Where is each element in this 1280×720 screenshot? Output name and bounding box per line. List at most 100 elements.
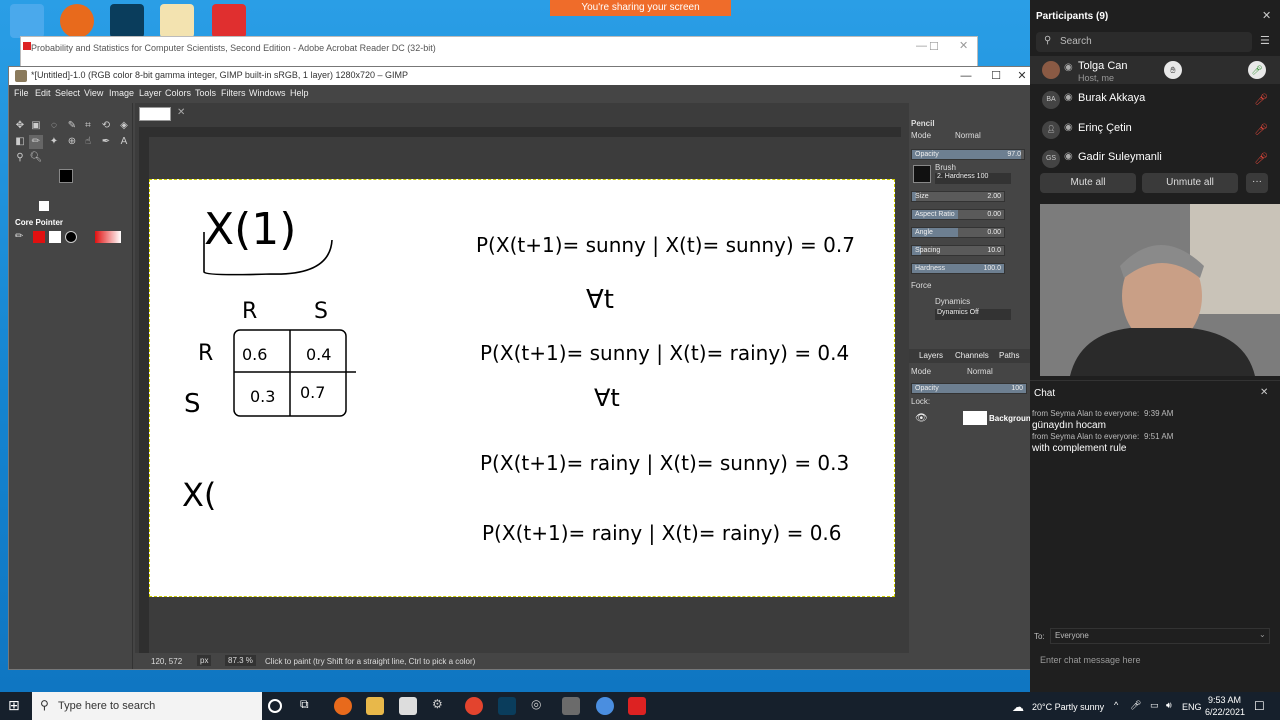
task-view-icon[interactable]: ⧉ [300,697,318,715]
pencil-tool-icon[interactable]: ✏ [29,135,43,149]
cortana-icon[interactable] [268,699,282,713]
size-slider[interactable]: Size 2.00 [911,191,1005,202]
unit-select[interactable]: px [197,655,212,666]
raise-hand-icon[interactable]: ✋︎ [1164,61,1182,79]
opacity-slider[interactable]: Opacity 97.0 [911,149,1025,160]
image-thumb-icon[interactable] [39,201,49,211]
clock-date[interactable]: 6/22/2021 [1205,707,1245,717]
maximize-icon[interactable]: ☐ [929,40,939,53]
menu-help[interactable]: Help [290,88,309,98]
layer-name[interactable]: Backgroun [989,414,1031,423]
layer-thumbnail[interactable] [963,411,987,425]
eye-icon[interactable]: 👁︎ [915,413,928,424]
path-tool-icon[interactable]: ✒ [99,135,113,149]
recipient-select[interactable]: Everyone ⌄ [1050,628,1270,644]
brush-select[interactable]: 2. Hardness 100 [935,173,1011,184]
brush-swatch[interactable] [65,231,77,243]
volume-icon[interactable]: 🔊︎ [1166,700,1172,711]
bucket-fill-icon[interactable]: ◧ [13,135,27,149]
horizontal-ruler[interactable] [139,127,901,137]
minimize-icon[interactable]: — [916,40,927,52]
chrome-icon[interactable] [465,697,483,715]
tray-chevron-icon[interactable]: ^ [1114,700,1118,710]
zoom-tool-icon[interactable]: 🔍︎ [29,151,43,165]
menu-layer[interactable]: Layer [139,88,162,98]
crop-tool-icon[interactable]: ⌗ [81,119,95,133]
clone-tool-icon[interactable]: ⊕ [65,135,79,149]
settings-icon[interactable]: ⚙ [432,697,450,715]
mute-all-button[interactable]: Mute all [1040,173,1136,193]
fuzzy-select-icon[interactable]: ✎ [65,119,79,133]
menu-view[interactable]: View [84,88,103,98]
weather-text[interactable]: 20°C Partly sunny [1032,702,1104,712]
text-tool-icon[interactable]: A [117,135,131,149]
clock-time[interactable]: 9:53 AM [1208,695,1241,705]
participant-row[interactable]: 👤︎ ◉ Erinç Çetin 🎤︎ [1030,116,1280,144]
brush-preview[interactable] [913,165,931,183]
more-button[interactable]: ··· [1246,173,1268,193]
gimp-taskbar-icon[interactable] [562,697,580,715]
participants-search[interactable]: ⚲ Search [1036,32,1252,52]
align-tool-icon[interactable]: ▣ [29,119,43,133]
angle-slider[interactable]: Angle 0.00 [911,227,1005,238]
firefox-icon[interactable] [334,697,352,715]
tab-channels[interactable]: Channels [955,351,989,360]
mic-icon[interactable]: 🎤︎ [1130,700,1141,711]
store-icon[interactable] [399,697,417,715]
tab-layers[interactable]: Layers [919,351,943,360]
close-icon[interactable]: ✕ [1260,387,1268,398]
folder-icon[interactable] [160,4,194,38]
mode-select[interactable]: Normal [955,131,995,143]
dynamics-select[interactable]: Dynamics Off [935,309,1011,320]
smudge-tool-icon[interactable]: ☝ [81,135,95,149]
taskbar-search[interactable]: ⚲ Type here to search [32,692,262,720]
menu-tools[interactable]: Tools [195,88,216,98]
chat-input[interactable]: Enter chat message here [1040,655,1141,665]
firefox-icon[interactable] [60,4,94,38]
sharing-banner[interactable]: You're sharing your screen [550,0,731,16]
menu-image[interactable]: Image [109,88,134,98]
mic-muted-icon[interactable]: 🎤︎ [1254,152,1268,166]
lasso-tool-icon[interactable]: ◌ [47,119,61,133]
gradient-swatch[interactable] [95,231,121,243]
vscode-icon[interactable] [498,697,516,715]
close-icon[interactable]: ✕ [1262,9,1271,22]
close-icon[interactable]: ✕ [1013,68,1031,84]
warp-tool-icon[interactable]: ◈ [117,119,131,133]
layer-opacity-slider[interactable]: Opacity 100 [911,383,1027,394]
color-white-swatch[interactable] [49,231,61,243]
layer-mode-select[interactable]: Normal [967,367,1007,376]
participant-row[interactable]: GS ◉ Gadir Suleymanli 🎤︎ [1030,145,1280,173]
zoom-select[interactable]: 87.3 % [225,655,256,666]
aspect-ratio-slider[interactable]: Aspect Ratio 0.00 [911,209,1005,220]
move-tool-icon[interactable]: ✥ [13,119,27,133]
unmute-all-button[interactable]: Unmute all [1142,173,1238,193]
sort-icon[interactable]: ☰ [1260,34,1270,47]
mic-on-icon[interactable]: 🎤︎ [1248,61,1266,79]
language-indicator[interactable]: ENG [1182,702,1202,712]
file-explorer-icon[interactable] [366,697,384,715]
menu-select[interactable]: Select [55,88,80,98]
menu-file[interactable]: File [14,88,29,98]
pdf-icon[interactable] [212,4,246,38]
hardness-slider[interactable]: Hardness 100.0 [911,263,1005,274]
vscode-icon[interactable] [110,4,144,38]
color-red-swatch[interactable] [33,231,45,243]
menu-filters[interactable]: Filters [221,88,246,98]
close-tab-icon[interactable]: ✕ [177,107,185,118]
image-tab[interactable] [139,107,171,121]
participant-row[interactable]: BA ◉ Burak Akkaya 🎤︎ [1030,86,1280,114]
menu-edit[interactable]: Edit [35,88,51,98]
color-picker-icon[interactable]: ⚲ [13,151,27,165]
acrobat-window[interactable]: Probability and Statistics for Computer … [20,36,978,68]
spacing-slider[interactable]: Spacing 10.0 [911,245,1005,256]
drawing-canvas[interactable]: X(1) R S R S 0.6 0.4 0.3 0.7 X( P(X(t+1)… [149,179,895,597]
transform-tool-icon[interactable]: ⟲ [99,119,113,133]
app-icon[interactable]: ◎ [531,697,549,715]
close-icon[interactable]: ✕ [959,39,968,52]
foreground-color[interactable] [59,169,73,183]
mic-muted-icon[interactable]: 🎤︎ [1254,93,1268,107]
participant-row[interactable]: ◉ Tolga Can Host, me ✋︎ 🎤︎ [1030,56,1280,84]
airbrush-icon[interactable]: ✦ [47,135,61,149]
minimize-icon[interactable]: — [953,68,979,84]
